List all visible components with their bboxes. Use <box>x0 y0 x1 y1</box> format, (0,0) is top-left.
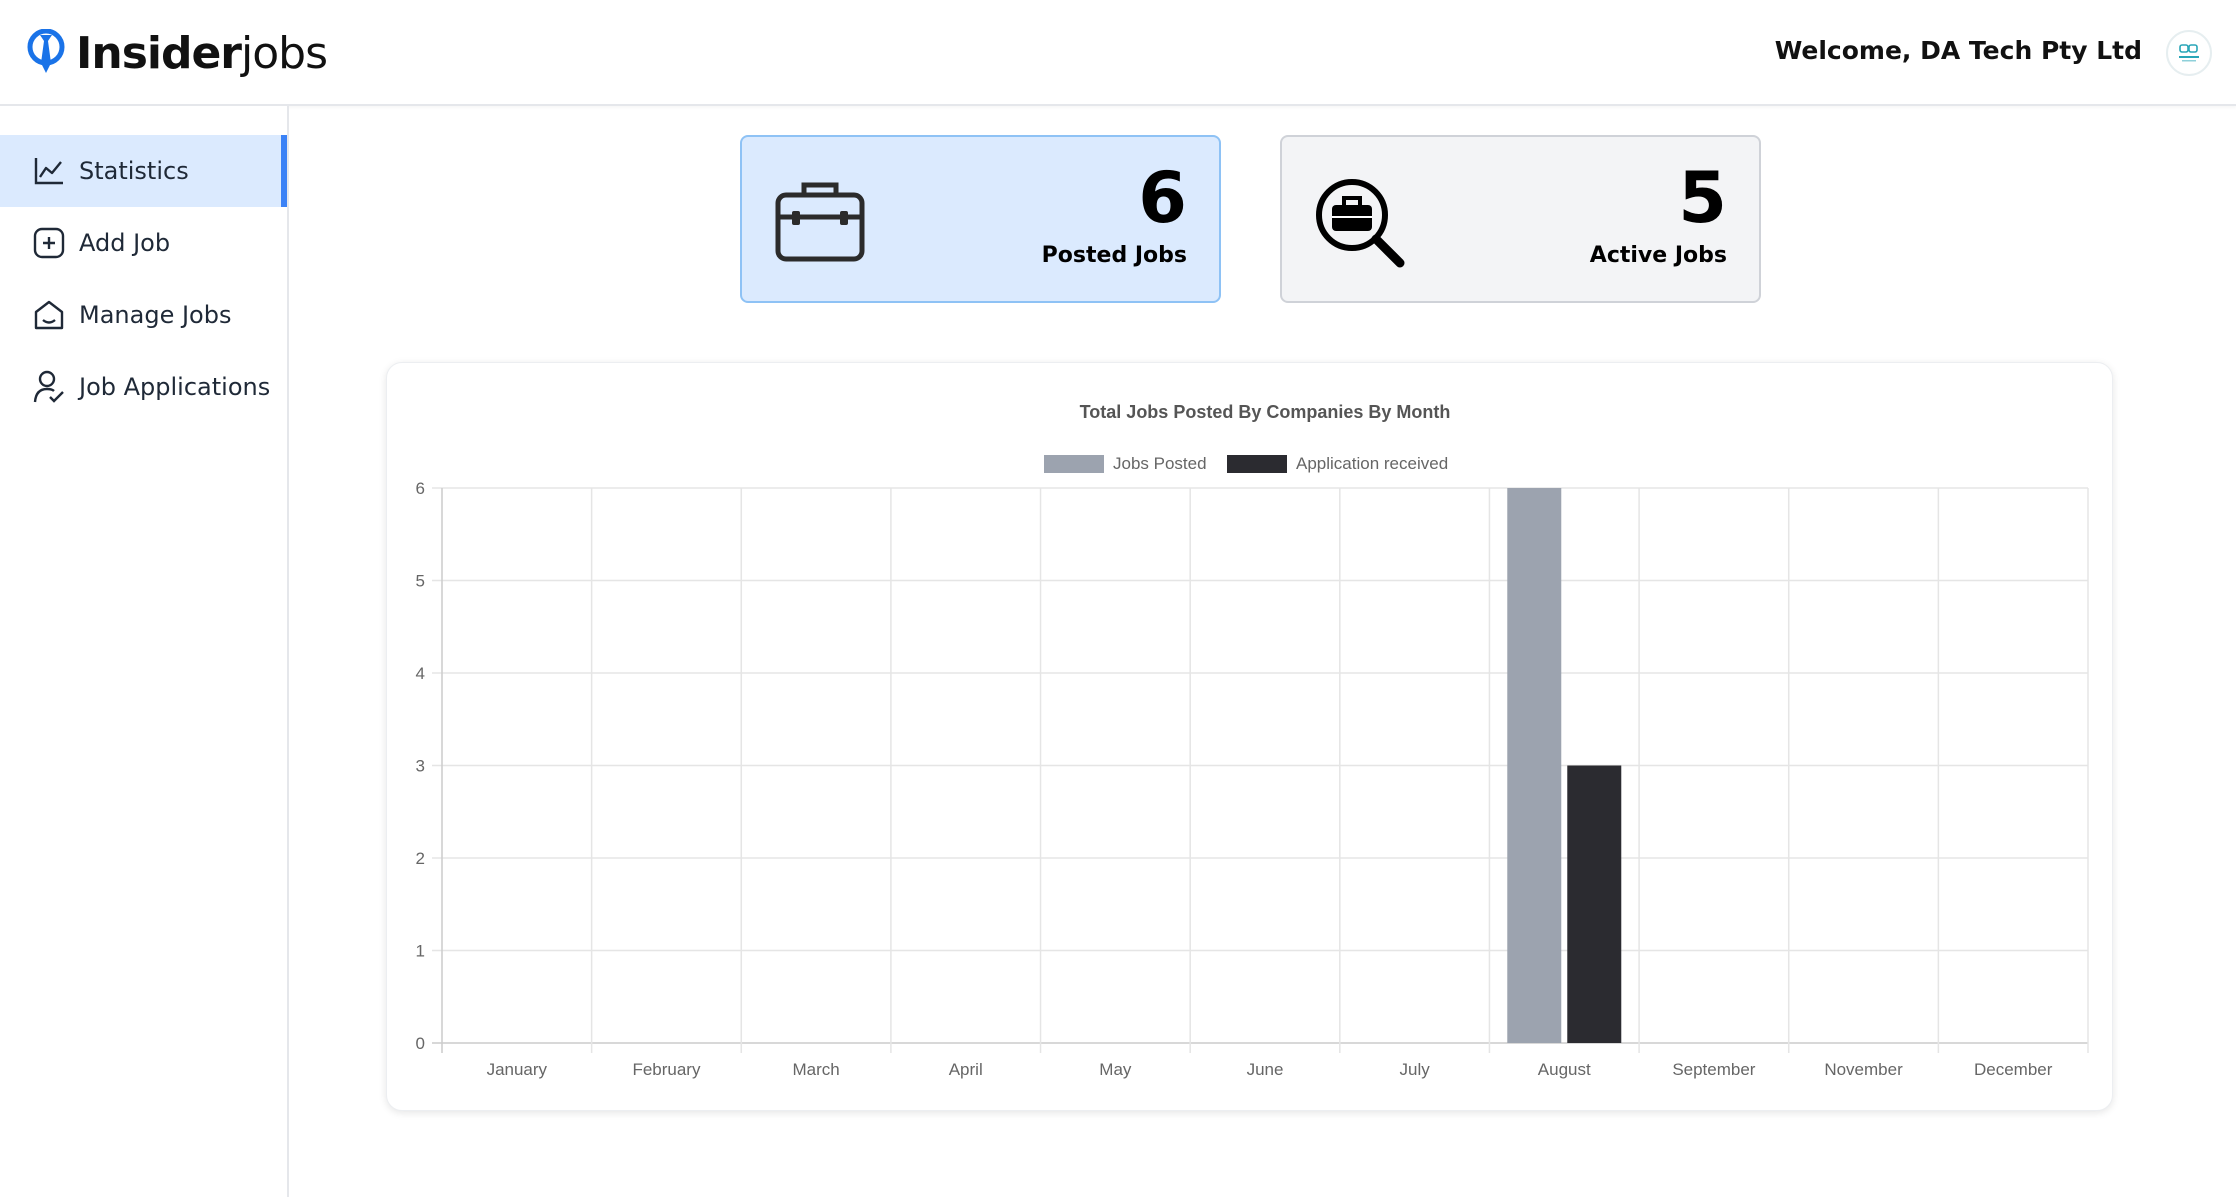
x-tick-label: May <box>1099 1060 1132 1079</box>
y-tick-label: 3 <box>416 757 425 776</box>
legend-label: Jobs Posted <box>1113 454 1207 473</box>
y-tick-label: 2 <box>416 849 425 868</box>
x-tick-label: April <box>949 1060 983 1079</box>
app-logo[interactable]: Insiderjobs <box>26 26 328 82</box>
legend-swatch <box>1044 455 1104 473</box>
sidebar-item-add-job[interactable]: Add Job <box>0 207 287 279</box>
logo-tie-icon <box>27 29 65 73</box>
y-tick-label: 0 <box>416 1034 425 1053</box>
sidebar-item-label: Statistics <box>79 157 189 185</box>
company-avatar[interactable] <box>2166 30 2212 76</box>
active-jobs-label: Active Jobs <box>1589 243 1727 268</box>
x-tick-label: December <box>1974 1060 2053 1079</box>
x-tick-label: March <box>792 1060 839 1079</box>
legend-label: Application received <box>1296 454 1448 473</box>
x-tick-label: August <box>1538 1060 1591 1079</box>
sidebar-item-job-applications[interactable]: Job Applications <box>0 351 287 423</box>
x-tick-label: July <box>1400 1060 1431 1079</box>
sidebar-item-label: Job Applications <box>79 373 271 401</box>
top-header: Insiderjobs Welcome, DA Tech Pty Ltd <box>0 0 2236 106</box>
user-check-icon <box>32 370 66 404</box>
bar <box>1567 765 1622 1043</box>
plus-square-icon <box>32 226 66 260</box>
home-icon <box>32 298 66 332</box>
y-tick-label: 1 <box>416 942 425 961</box>
active-jobs-card: 5 Active Jobs <box>1280 135 1761 303</box>
y-tick-label: 6 <box>416 479 425 498</box>
welcome-text: Welcome, DA Tech Pty Ltd <box>1774 36 2142 65</box>
search-briefcase-icon <box>1316 179 1405 268</box>
active-jobs-count: 5 <box>1678 157 1727 239</box>
jobs-chart-panel: Total Jobs Posted By Companies By Month J… <box>386 362 2113 1111</box>
sidebar-item-statistics[interactable]: Statistics <box>0 135 287 207</box>
sidebar: Statistics Add Job Manage Jobs Job Appli… <box>0 106 289 1197</box>
sidebar-item-label: Add Job <box>79 229 171 257</box>
y-tick-label: 5 <box>416 572 425 591</box>
sidebar-item-manage-jobs[interactable]: Manage Jobs <box>0 279 287 351</box>
logo-wordmark: Insiderjobs <box>76 28 328 79</box>
jobs-bar-chart: Total Jobs Posted By Companies By Month J… <box>416 402 2089 1079</box>
x-tick-label: June <box>1247 1060 1284 1079</box>
x-tick-label: September <box>1672 1060 1755 1079</box>
x-tick-label: January <box>487 1060 548 1079</box>
company-logo-icon <box>2179 44 2199 62</box>
briefcase-icon <box>775 182 865 262</box>
bar <box>1507 488 1562 1043</box>
posted-jobs-card: 6 Posted Jobs <box>740 135 1221 303</box>
sidebar-item-label: Manage Jobs <box>79 301 232 329</box>
posted-jobs-count: 6 <box>1138 157 1187 239</box>
x-tick-label: November <box>1824 1060 1903 1079</box>
posted-jobs-label: Posted Jobs <box>1041 243 1187 268</box>
legend-swatch <box>1227 455 1287 473</box>
x-tick-label: February <box>632 1060 701 1079</box>
chart-line-icon <box>32 154 66 188</box>
chart-title: Total Jobs Posted By Companies By Month <box>1080 402 1451 422</box>
y-tick-label: 4 <box>416 664 425 683</box>
